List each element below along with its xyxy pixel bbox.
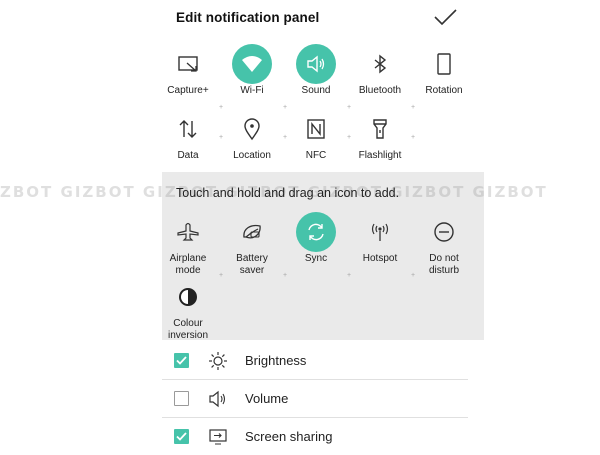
tile-airplane-mode[interactable]: Airplane mode xyxy=(157,212,219,276)
capture-plus-icon xyxy=(168,44,208,84)
tile-label: Sound xyxy=(301,85,331,96)
drag-hint: Touch and hold and drag an icon to add. xyxy=(176,186,400,200)
wifi-icon xyxy=(232,44,272,84)
tile-colour-inversion[interactable]: Colour inversion xyxy=(157,277,219,341)
tile-sync[interactable]: Sync xyxy=(285,212,347,265)
tile-label: Flashlight xyxy=(358,150,402,161)
tile-label: Location xyxy=(233,150,271,161)
tile-label: Wi-Fi xyxy=(240,85,264,96)
done-check-icon[interactable] xyxy=(430,6,460,28)
row-volume[interactable]: Volume xyxy=(162,380,468,417)
tile-capture-plus[interactable]: Capture+ xyxy=(157,44,219,97)
tile-data[interactable]: Data xyxy=(157,109,219,162)
tile-label: NFC xyxy=(305,150,327,161)
colour-inversion-icon xyxy=(168,277,208,317)
tile-wifi[interactable]: Wi-Fi xyxy=(221,44,283,97)
nfc-icon xyxy=(296,109,336,149)
plus-icon: + xyxy=(283,272,288,279)
tile-label: Airplane mode xyxy=(169,253,207,276)
plus-icon: + xyxy=(283,134,288,141)
tile-bluetooth[interactable]: Bluetooth xyxy=(349,44,411,97)
plus-icon: + xyxy=(411,272,416,279)
do-not-disturb-icon xyxy=(424,212,464,252)
flashlight-icon xyxy=(360,109,400,149)
row-brightness[interactable]: Brightness xyxy=(162,342,468,379)
tile-label: Hotspot xyxy=(362,253,398,264)
tile-do-not-disturb[interactable]: Do not disturb xyxy=(413,212,475,276)
brightness-icon xyxy=(208,351,228,371)
battery-saver-icon xyxy=(232,212,272,252)
row-screen-sharing[interactable]: Screen sharing xyxy=(162,418,468,455)
bluetooth-icon xyxy=(360,44,400,84)
tile-hotspot[interactable]: Hotspot xyxy=(349,212,411,265)
tile-label: Bluetooth xyxy=(358,85,402,96)
page-title: Edit notification panel xyxy=(176,10,320,25)
tile-battery-saver[interactable]: Battery saver xyxy=(221,212,283,276)
screen-sharing-icon xyxy=(208,427,228,447)
sound-icon xyxy=(296,44,336,84)
sync-icon xyxy=(296,212,336,252)
rotation-icon xyxy=(424,44,464,84)
row-label: Brightness xyxy=(245,353,307,368)
tile-location[interactable]: Location xyxy=(221,109,283,162)
tile-label: Do not disturb xyxy=(428,253,459,276)
tile-label: Data xyxy=(177,150,199,161)
plus-icon: + xyxy=(219,134,224,141)
tile-nfc[interactable]: NFC xyxy=(285,109,347,162)
plus-icon: + xyxy=(411,104,416,111)
brightness-checkbox[interactable] xyxy=(174,353,189,368)
location-icon xyxy=(232,109,272,149)
plus-icon: + xyxy=(347,272,352,279)
hotspot-icon xyxy=(360,212,400,252)
data-icon xyxy=(168,109,208,149)
row-label: Screen sharing xyxy=(245,429,333,444)
tile-label: Sync xyxy=(304,253,328,264)
plus-icon: + xyxy=(219,272,224,279)
screen-sharing-checkbox[interactable] xyxy=(174,429,189,444)
tile-sound[interactable]: Sound xyxy=(285,44,347,97)
plus-icon: + xyxy=(347,134,352,141)
volume-icon xyxy=(208,389,228,409)
plus-icon: + xyxy=(411,134,416,141)
airplane-icon xyxy=(168,212,208,252)
tile-rotation[interactable]: Rotation xyxy=(413,44,475,97)
tile-label: Battery saver xyxy=(236,253,268,276)
tile-label: Rotation xyxy=(425,85,463,96)
row-label: Volume xyxy=(245,391,289,406)
tile-flashlight[interactable]: Flashlight xyxy=(349,109,411,162)
tile-label: Colour inversion xyxy=(167,318,209,341)
tile-label: Capture+ xyxy=(167,85,209,96)
volume-checkbox[interactable] xyxy=(174,391,189,406)
